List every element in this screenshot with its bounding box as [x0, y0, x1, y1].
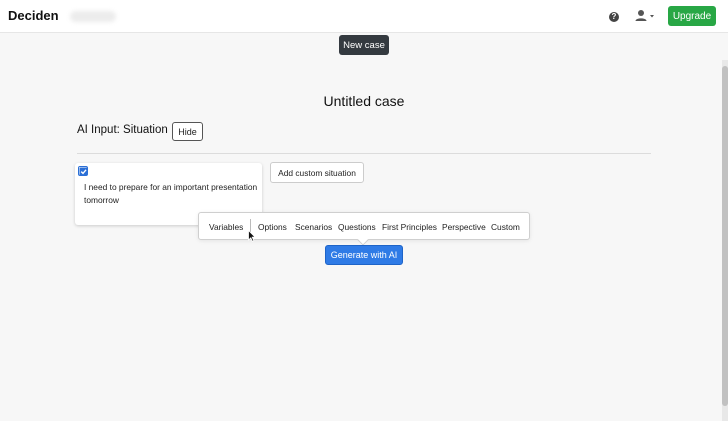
brand-logo[interactable]: Deciden	[8, 8, 59, 23]
question-circle-icon[interactable]: ?	[609, 12, 619, 22]
menu-item-variables[interactable]: Variables	[209, 222, 243, 232]
menu-item-custom[interactable]: Custom	[491, 222, 520, 232]
menu-item-scenarios[interactable]: Scenarios	[295, 222, 332, 232]
mouse-cursor-icon	[248, 230, 256, 242]
menu-item-options[interactable]: Options	[258, 222, 287, 232]
section-title: AI Input: Situation	[77, 124, 168, 136]
case-title[interactable]: Untitled case	[0, 93, 728, 109]
scrollbar-thumb[interactable]	[722, 66, 728, 406]
divider	[77, 153, 651, 154]
upgrade-button[interactable]: Upgrade	[668, 6, 716, 26]
checkmark-icon	[79, 167, 88, 176]
chevron-down-icon	[650, 15, 654, 18]
menu-item-questions[interactable]: Questions	[338, 222, 376, 232]
add-custom-situation-button[interactable]: Add custom situation	[270, 162, 364, 183]
navbar: Deciden ? Upgrade	[0, 0, 728, 33]
situation-text: I need to prepare for an important prese…	[84, 182, 258, 205]
generate-with-ai-button[interactable]: Generate with AI	[325, 245, 403, 265]
user-menu-button[interactable]	[634, 9, 656, 23]
menu-item-perspective[interactable]: Perspective	[442, 222, 486, 232]
blurred-nav-element	[70, 11, 116, 22]
new-case-button[interactable]: New case	[339, 35, 389, 55]
hide-button[interactable]: Hide	[172, 122, 203, 141]
scrollbar[interactable]	[722, 60, 728, 421]
situation-checkbox[interactable]	[78, 166, 88, 176]
menu-caret	[357, 234, 369, 246]
menu-item-first-principles[interactable]: First Principles	[382, 222, 437, 232]
user-icon	[635, 10, 654, 21]
